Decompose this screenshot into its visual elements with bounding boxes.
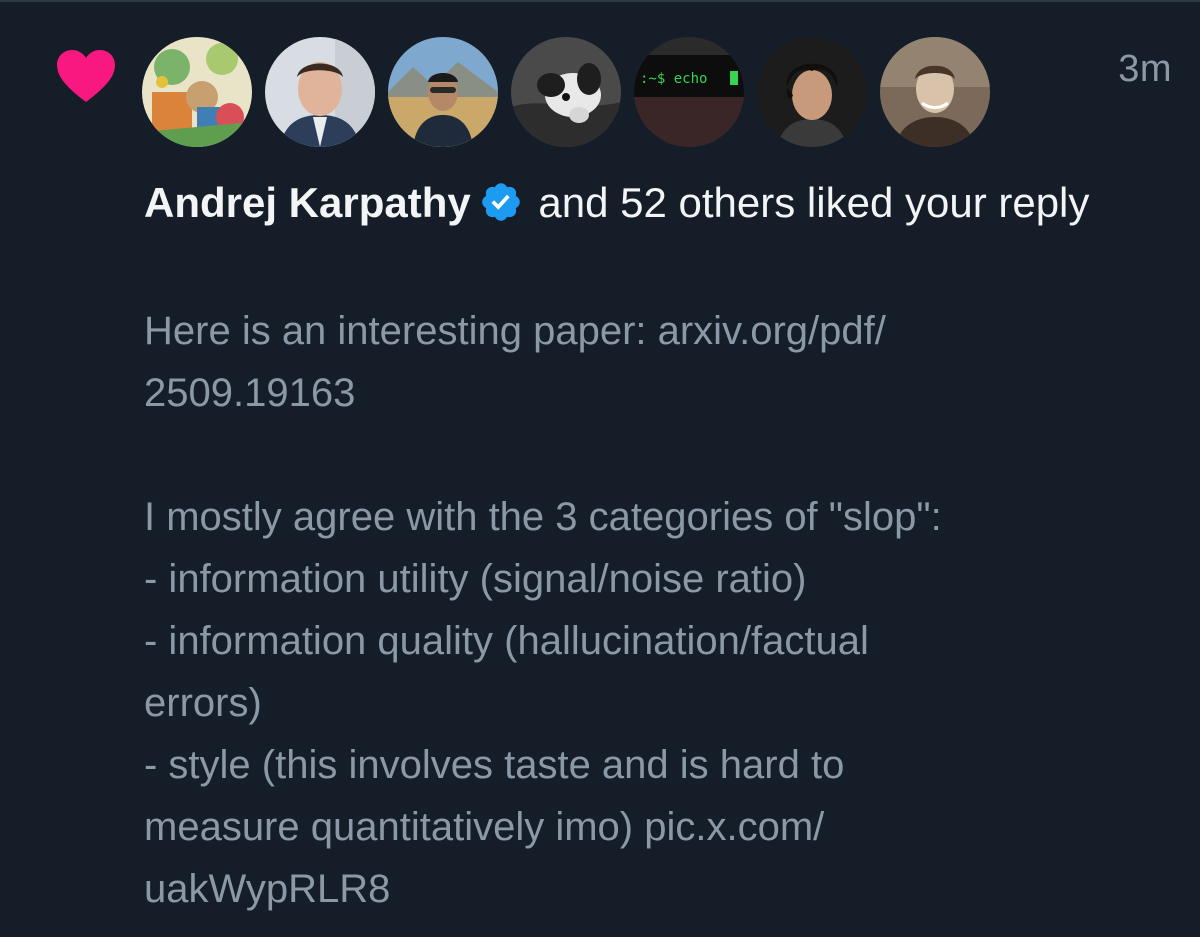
notification-summary: and 52 others liked your reply [526,179,1090,226]
liker-name[interactable]: Andrej Karpathy [144,179,471,226]
terminal-text: :~$ echo [640,71,707,87]
avatar-dog[interactable] [511,37,621,147]
avatar-man-sepia[interactable] [880,37,990,147]
verified-badge-icon [481,183,520,221]
reply-text[interactable]: Here is an interesting paper: arxiv.org/… [144,300,1164,920]
heart-icon [57,50,115,102]
avatar-terminal[interactable]: :~$ echo [634,37,744,147]
notification-headline: Andrej Karpathy and 52 others liked your… [144,172,1144,234]
avatar-illustration[interactable] [142,37,252,147]
top-divider [0,0,1200,2]
avatar-man-outdoors[interactable] [388,37,498,147]
avatar-young-man[interactable] [757,37,867,147]
timestamp: 3m [1118,48,1172,90]
avatar-man-suit[interactable] [265,37,375,147]
